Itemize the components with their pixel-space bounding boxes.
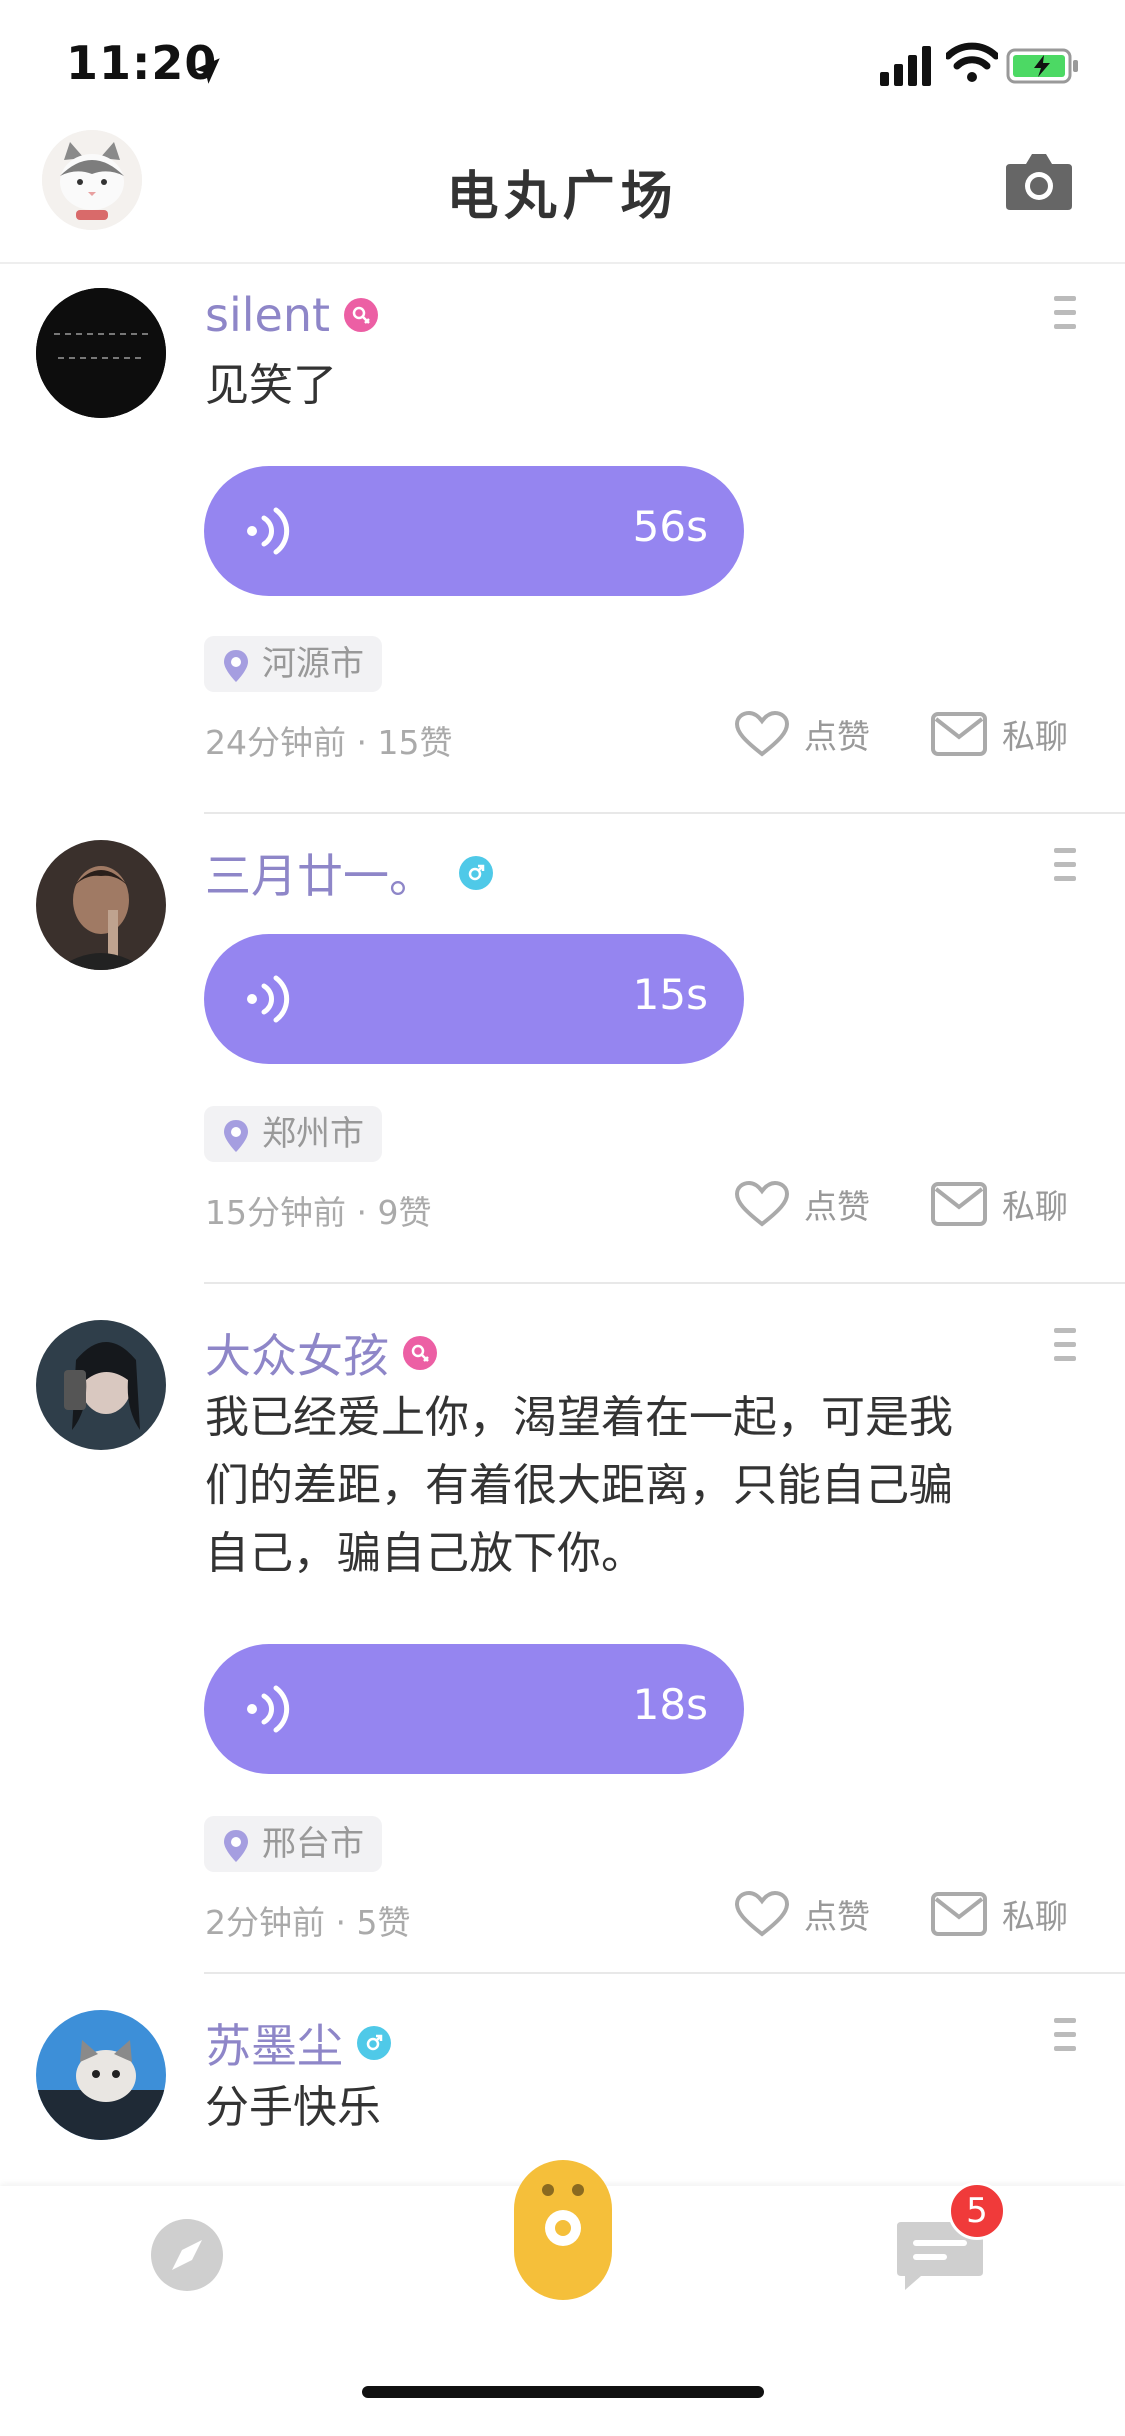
voice-duration: 15s	[632, 970, 708, 1019]
like-button[interactable]: 点赞	[734, 1180, 870, 1228]
envelope-icon	[931, 712, 987, 756]
avatar-image	[36, 2010, 166, 2140]
user-avatar[interactable]	[36, 1320, 166, 1450]
avatar-image	[36, 288, 166, 418]
avatar-image	[36, 840, 166, 970]
like-count: 9赞	[377, 1193, 432, 1232]
voice-message-button[interactable]: 15s	[204, 934, 744, 1064]
female-icon	[403, 1336, 437, 1370]
heart-icon	[734, 1180, 790, 1227]
signal-icon	[880, 46, 931, 86]
like-button[interactable]: 点赞	[734, 1890, 870, 1938]
voice-duration: 18s	[632, 1680, 708, 1729]
username[interactable]: 大众女孩	[205, 1320, 389, 1386]
location-pin-icon	[224, 1120, 248, 1152]
name-row: 三月廿一。	[205, 840, 493, 906]
header: 电丸广场	[0, 130, 1125, 264]
compass-icon[interactable]	[150, 2218, 224, 2292]
voice-duration: 56s	[632, 502, 708, 551]
like-button[interactable]: 点赞	[734, 710, 870, 758]
heart-icon	[734, 1890, 790, 1937]
post-text: 分手快乐	[205, 2082, 381, 2133]
voice-wave-icon	[247, 507, 290, 555]
user-avatar[interactable]	[36, 840, 166, 970]
like-count: 5赞	[356, 1903, 411, 1942]
location-tag: 河源市	[204, 636, 382, 692]
tab-record-button[interactable]	[514, 2160, 612, 2300]
time-ago: 24分钟前	[205, 723, 346, 762]
like-count: 15赞	[377, 723, 453, 762]
username[interactable]: 三月廿一。	[205, 840, 435, 906]
voice-wave-icon	[247, 975, 290, 1023]
avatar-image	[36, 1320, 166, 1450]
more-icon[interactable]	[1054, 848, 1076, 898]
location-pin-icon	[224, 650, 248, 682]
feed-list: silent 见笑了 56s 河源市 24分钟前 · 15赞 点赞 私聊 三月廿…	[0, 264, 1125, 2194]
post-text: 见笑了	[205, 360, 337, 411]
name-row: 苏墨尘	[205, 2010, 391, 2076]
location-tag: 邢台市	[204, 1816, 382, 1872]
page-title: 电丸广场	[446, 167, 679, 227]
battery-icon	[1006, 48, 1078, 84]
name-row: silent	[205, 288, 379, 342]
post-meta: 24分钟前 · 15赞	[205, 723, 453, 762]
voice-message-button[interactable]: 56s	[204, 466, 744, 596]
male-icon	[459, 856, 493, 890]
record-icon	[542, 2184, 584, 2246]
like-label: 点赞	[804, 717, 870, 756]
chat-button[interactable]: 私聊	[930, 710, 1068, 758]
post-meta: 2分钟前 · 5赞	[205, 1903, 411, 1942]
envelope-icon	[931, 1892, 987, 1936]
tab-bar: 5	[0, 2160, 1125, 2436]
status-bar: 11:20	[0, 0, 1125, 130]
time-ago: 15分钟前	[205, 1193, 346, 1232]
female-icon	[344, 298, 379, 332]
name-row: 大众女孩	[205, 1320, 437, 1386]
message-badge: 5	[948, 2182, 1006, 2240]
username[interactable]: silent	[205, 288, 330, 342]
home-indicator	[362, 2386, 764, 2398]
location-arrow-icon	[194, 58, 220, 84]
chat-button[interactable]: 私聊	[930, 1180, 1068, 1228]
location-pin-icon	[224, 1830, 248, 1862]
more-icon[interactable]	[1054, 1328, 1076, 1378]
location-text: 郑州市	[262, 1114, 364, 1154]
camera-icon[interactable]	[1004, 150, 1074, 212]
voice-message-button[interactable]: 18s	[204, 1644, 744, 1774]
user-avatar[interactable]	[36, 2010, 166, 2140]
feed-post: 三月廿一。 15s 郑州市 15分钟前 · 9赞 点赞 私聊	[0, 814, 1125, 1284]
time-ago: 2分钟前	[205, 1903, 325, 1942]
post-meta: 15分钟前 · 9赞	[205, 1193, 432, 1232]
male-icon	[357, 2026, 391, 2060]
location-text: 河源市	[262, 644, 364, 684]
voice-wave-icon	[247, 1685, 290, 1733]
post-text: 我已经爱上你，渴望着在一起，可是我们的差距，有着很大距离，只能自己骗自己，骗自己…	[205, 1392, 953, 1579]
username[interactable]: 苏墨尘	[205, 2010, 343, 2076]
feed-post: 大众女孩 我已经爱上你，渴望着在一起，可是我们的差距，有着很大距离，只能自己骗自…	[0, 1284, 1125, 1974]
heart-icon	[734, 710, 790, 757]
location-tag: 郑州市	[204, 1106, 382, 1162]
chat-button[interactable]: 私聊	[930, 1890, 1068, 1938]
feed-post: silent 见笑了 56s 河源市 24分钟前 · 15赞 点赞 私聊	[0, 264, 1125, 814]
like-label: 点赞	[804, 1187, 870, 1226]
chat-label: 私聊	[1002, 1897, 1068, 1936]
more-icon[interactable]	[1054, 296, 1076, 346]
chat-label: 私聊	[1002, 1187, 1068, 1226]
chat-label: 私聊	[1002, 717, 1068, 756]
like-label: 点赞	[804, 1897, 870, 1936]
wifi-icon	[946, 42, 998, 82]
envelope-icon	[931, 1182, 987, 1226]
more-icon[interactable]	[1054, 2018, 1076, 2068]
user-avatar[interactable]	[36, 288, 166, 418]
location-text: 邢台市	[262, 1824, 364, 1864]
